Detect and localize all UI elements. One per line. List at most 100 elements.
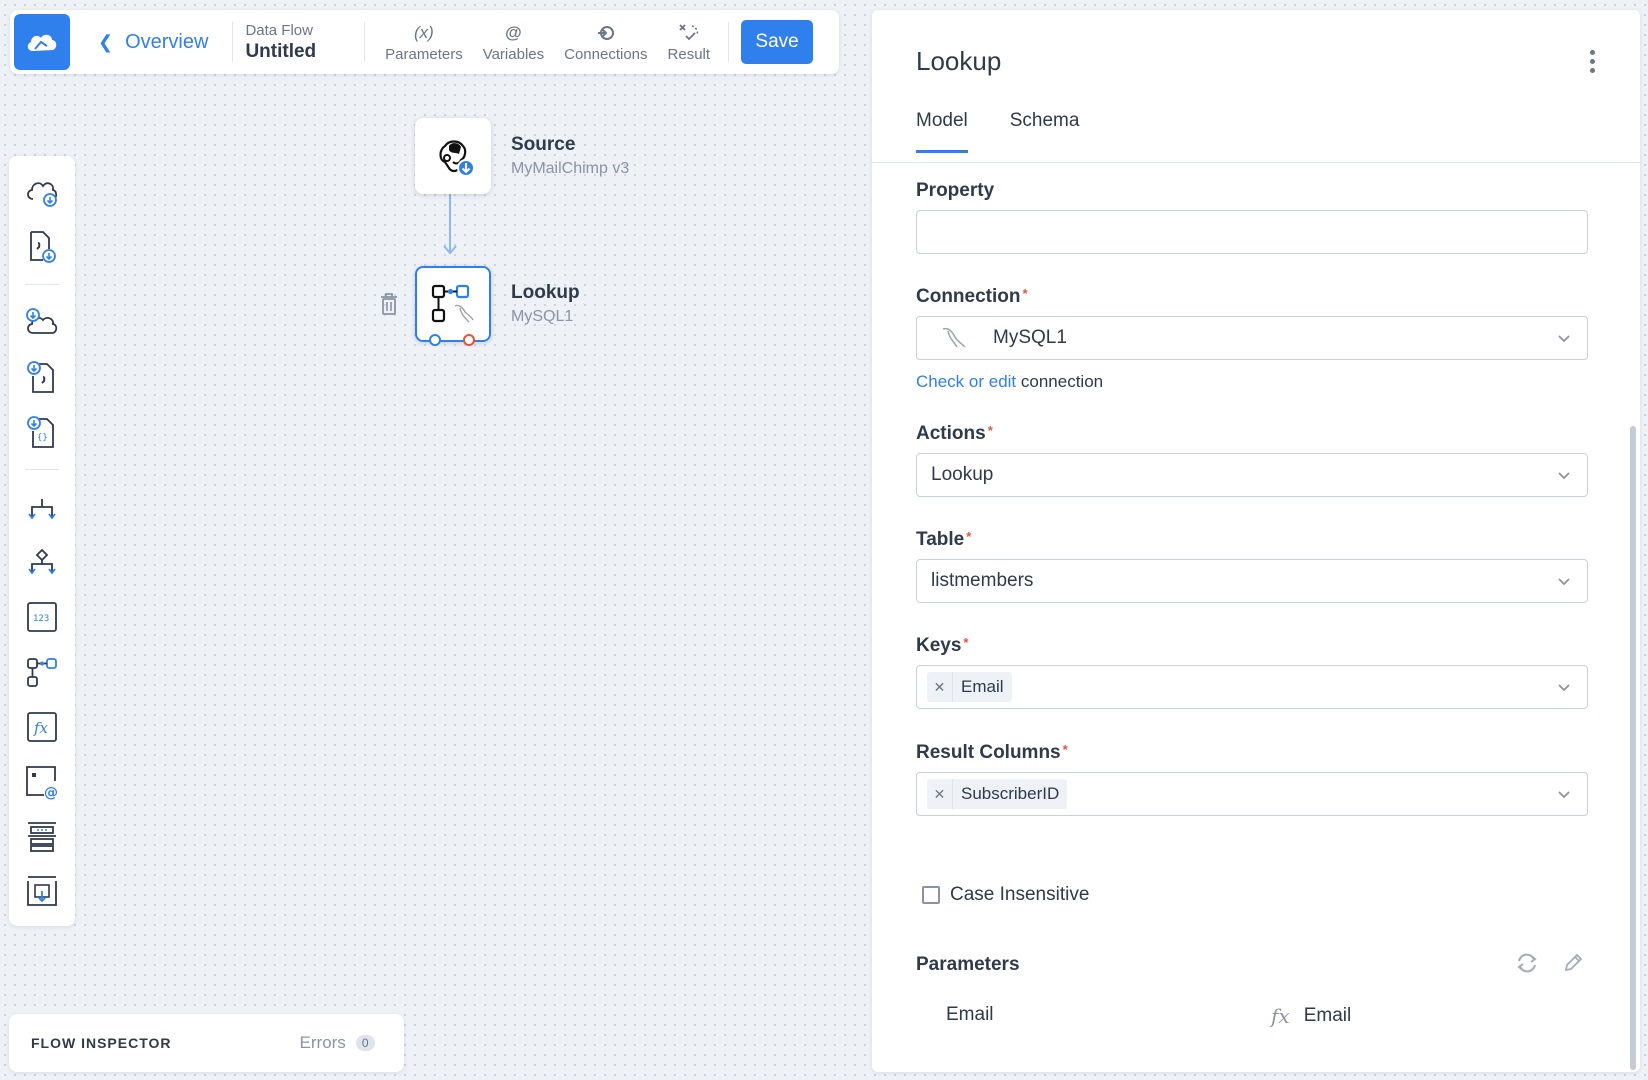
- row-count-icon[interactable]: 123: [22, 597, 62, 637]
- table-select[interactable]: listmembers: [916, 559, 1588, 603]
- variable-assign-icon[interactable]: @: [22, 762, 62, 802]
- flow-name[interactable]: Untitled: [245, 41, 316, 63]
- errors-tab[interactable]: Errors 0: [300, 1033, 375, 1053]
- back-to-overview-link[interactable]: ❮ Overview: [98, 31, 208, 54]
- svg-text:{}: {}: [37, 433, 48, 443]
- keys-chip-label: Email: [961, 677, 1004, 696]
- remove-chip-icon[interactable]: ✕: [927, 779, 953, 809]
- property-input[interactable]: [916, 210, 1588, 254]
- properties-panel: Lookup Model Schema Property Connection *…: [872, 10, 1640, 1072]
- errors-label: Errors: [299, 1033, 346, 1052]
- tab-schema[interactable]: Schema: [1010, 110, 1080, 153]
- actions-select[interactable]: Lookup: [916, 453, 1588, 497]
- parameters-button[interactable]: (x) Parameters: [385, 22, 463, 63]
- input-port[interactable]: [429, 334, 441, 346]
- chevron-down-icon: [1558, 791, 1570, 799]
- connection-value: MySQL1: [993, 327, 1067, 348]
- parameter-value-text: Email: [1303, 1005, 1352, 1026]
- variables-label: Variables: [482, 45, 545, 63]
- buffer-icon[interactable]: [22, 816, 62, 856]
- palette-divider: [25, 283, 59, 285]
- check-or-edit-link[interactable]: Check or edit: [916, 372, 1016, 391]
- connection-select[interactable]: MySQL1: [916, 316, 1588, 360]
- case-insensitive-checkbox[interactable]: Case Insensitive: [922, 884, 1089, 906]
- json-target-icon[interactable]: {}: [22, 412, 62, 452]
- actions-value: Lookup: [931, 464, 994, 485]
- result-columns-label: Result Columns *: [916, 742, 1068, 763]
- parameter-name: Email: [946, 1004, 994, 1025]
- result-target-icon[interactable]: [22, 871, 62, 911]
- expression-fx-icon: fx: [1271, 1004, 1290, 1028]
- lookup-node[interactable]: Lookup MySQL1: [379, 266, 580, 346]
- keys-multiselect[interactable]: ✕ Email: [916, 665, 1588, 709]
- flow-title: Data Flow Untitled: [245, 22, 316, 63]
- result-button[interactable]: Result: [668, 22, 710, 63]
- expression-fx-icon[interactable]: fx: [22, 707, 62, 747]
- save-button[interactable]: Save: [741, 20, 814, 64]
- cloud-source-icon[interactable]: [22, 172, 62, 212]
- result-check-icon: [678, 22, 700, 44]
- edit-pencil-icon[interactable]: [1560, 950, 1586, 976]
- keys-chip: ✕ Email: [927, 672, 1012, 702]
- source-node-title: Source: [511, 134, 576, 155]
- flow-connector: [443, 190, 457, 255]
- flow-inspector-title: FLOW INSPECTOR: [31, 1035, 172, 1051]
- parameter-value[interactable]: fx Email: [1271, 1004, 1351, 1028]
- lookup-palette-icon[interactable]: [22, 652, 62, 692]
- chevron-down-icon: [1558, 578, 1570, 586]
- csv-target-icon[interactable]: [22, 357, 62, 397]
- tabs-divider: [872, 162, 1640, 163]
- divider: [364, 22, 366, 62]
- parameters-heading: Parameters: [916, 954, 1020, 975]
- connection-plug-icon: [596, 22, 616, 44]
- lookup-node-box[interactable]: [415, 266, 491, 346]
- variables-button[interactable]: @ Variables: [483, 22, 544, 63]
- connection-label: Connection *: [916, 286, 1028, 307]
- flow-inspector[interactable]: FLOW INSPECTOR Errors 0: [9, 1014, 404, 1072]
- mysql-dolphin-icon: [942, 327, 966, 348]
- conditional-split-icon[interactable]: [22, 543, 62, 583]
- check-connection-row: Check or edit connection: [916, 372, 1103, 392]
- csv-source-icon[interactable]: [22, 227, 62, 267]
- svg-text:fx: fx: [33, 719, 49, 737]
- parameter-row[interactable]: Email fx Email: [946, 1004, 1586, 1028]
- svg-text:@: @: [44, 785, 58, 800]
- lookup-node-text: Lookup MySQL1: [511, 282, 580, 326]
- app-logo[interactable]: [14, 14, 70, 70]
- parameters-label: Parameters: [385, 45, 463, 63]
- source-node-box[interactable]: [415, 118, 491, 194]
- component-palette: {} 123 fx @: [9, 156, 75, 926]
- panel-scrollbar[interactable]: [1630, 426, 1636, 1070]
- error-output-port[interactable]: [463, 334, 475, 346]
- result-columns-chip: ✕ SubscriberID: [927, 779, 1068, 809]
- chevron-left-icon: ❮: [98, 31, 114, 52]
- connections-button[interactable]: Connections: [564, 22, 648, 63]
- property-label: Property: [916, 180, 995, 201]
- actions-label: Actions *: [916, 423, 993, 444]
- source-node[interactable]: Source MyMailChimp v3: [415, 118, 629, 194]
- chevron-down-icon: [1558, 472, 1570, 480]
- panel-title: Lookup: [916, 46, 1002, 76]
- checkbox-box[interactable]: [922, 886, 940, 904]
- cloud-target-icon[interactable]: [22, 303, 62, 343]
- split-icon[interactable]: [22, 488, 62, 528]
- parameters-actions: [1514, 950, 1586, 976]
- divider: [728, 22, 730, 62]
- remove-chip-icon[interactable]: ✕: [927, 672, 953, 702]
- chevron-down-icon: [1558, 684, 1570, 692]
- panel-tabs: Model Schema: [916, 110, 1121, 153]
- flow-type-label: Data Flow: [245, 21, 313, 39]
- overview-label: Overview: [125, 30, 209, 53]
- cloud-logo-icon: [27, 34, 57, 51]
- delete-node-icon[interactable]: [379, 290, 399, 318]
- variable-x-icon: (x): [414, 22, 434, 42]
- result-columns-multiselect[interactable]: ✕ SubscriberID: [916, 772, 1588, 816]
- refresh-icon[interactable]: [1514, 950, 1540, 976]
- table-label: Table *: [916, 529, 972, 550]
- lookup-mysql-icon: [431, 284, 474, 323]
- more-options-icon[interactable]: [1588, 50, 1596, 73]
- chevron-down-icon: [1558, 335, 1570, 343]
- connections-label: Connections: [564, 45, 648, 63]
- case-insensitive-label: Case Insensitive: [950, 884, 1090, 905]
- tab-model[interactable]: Model: [916, 110, 968, 153]
